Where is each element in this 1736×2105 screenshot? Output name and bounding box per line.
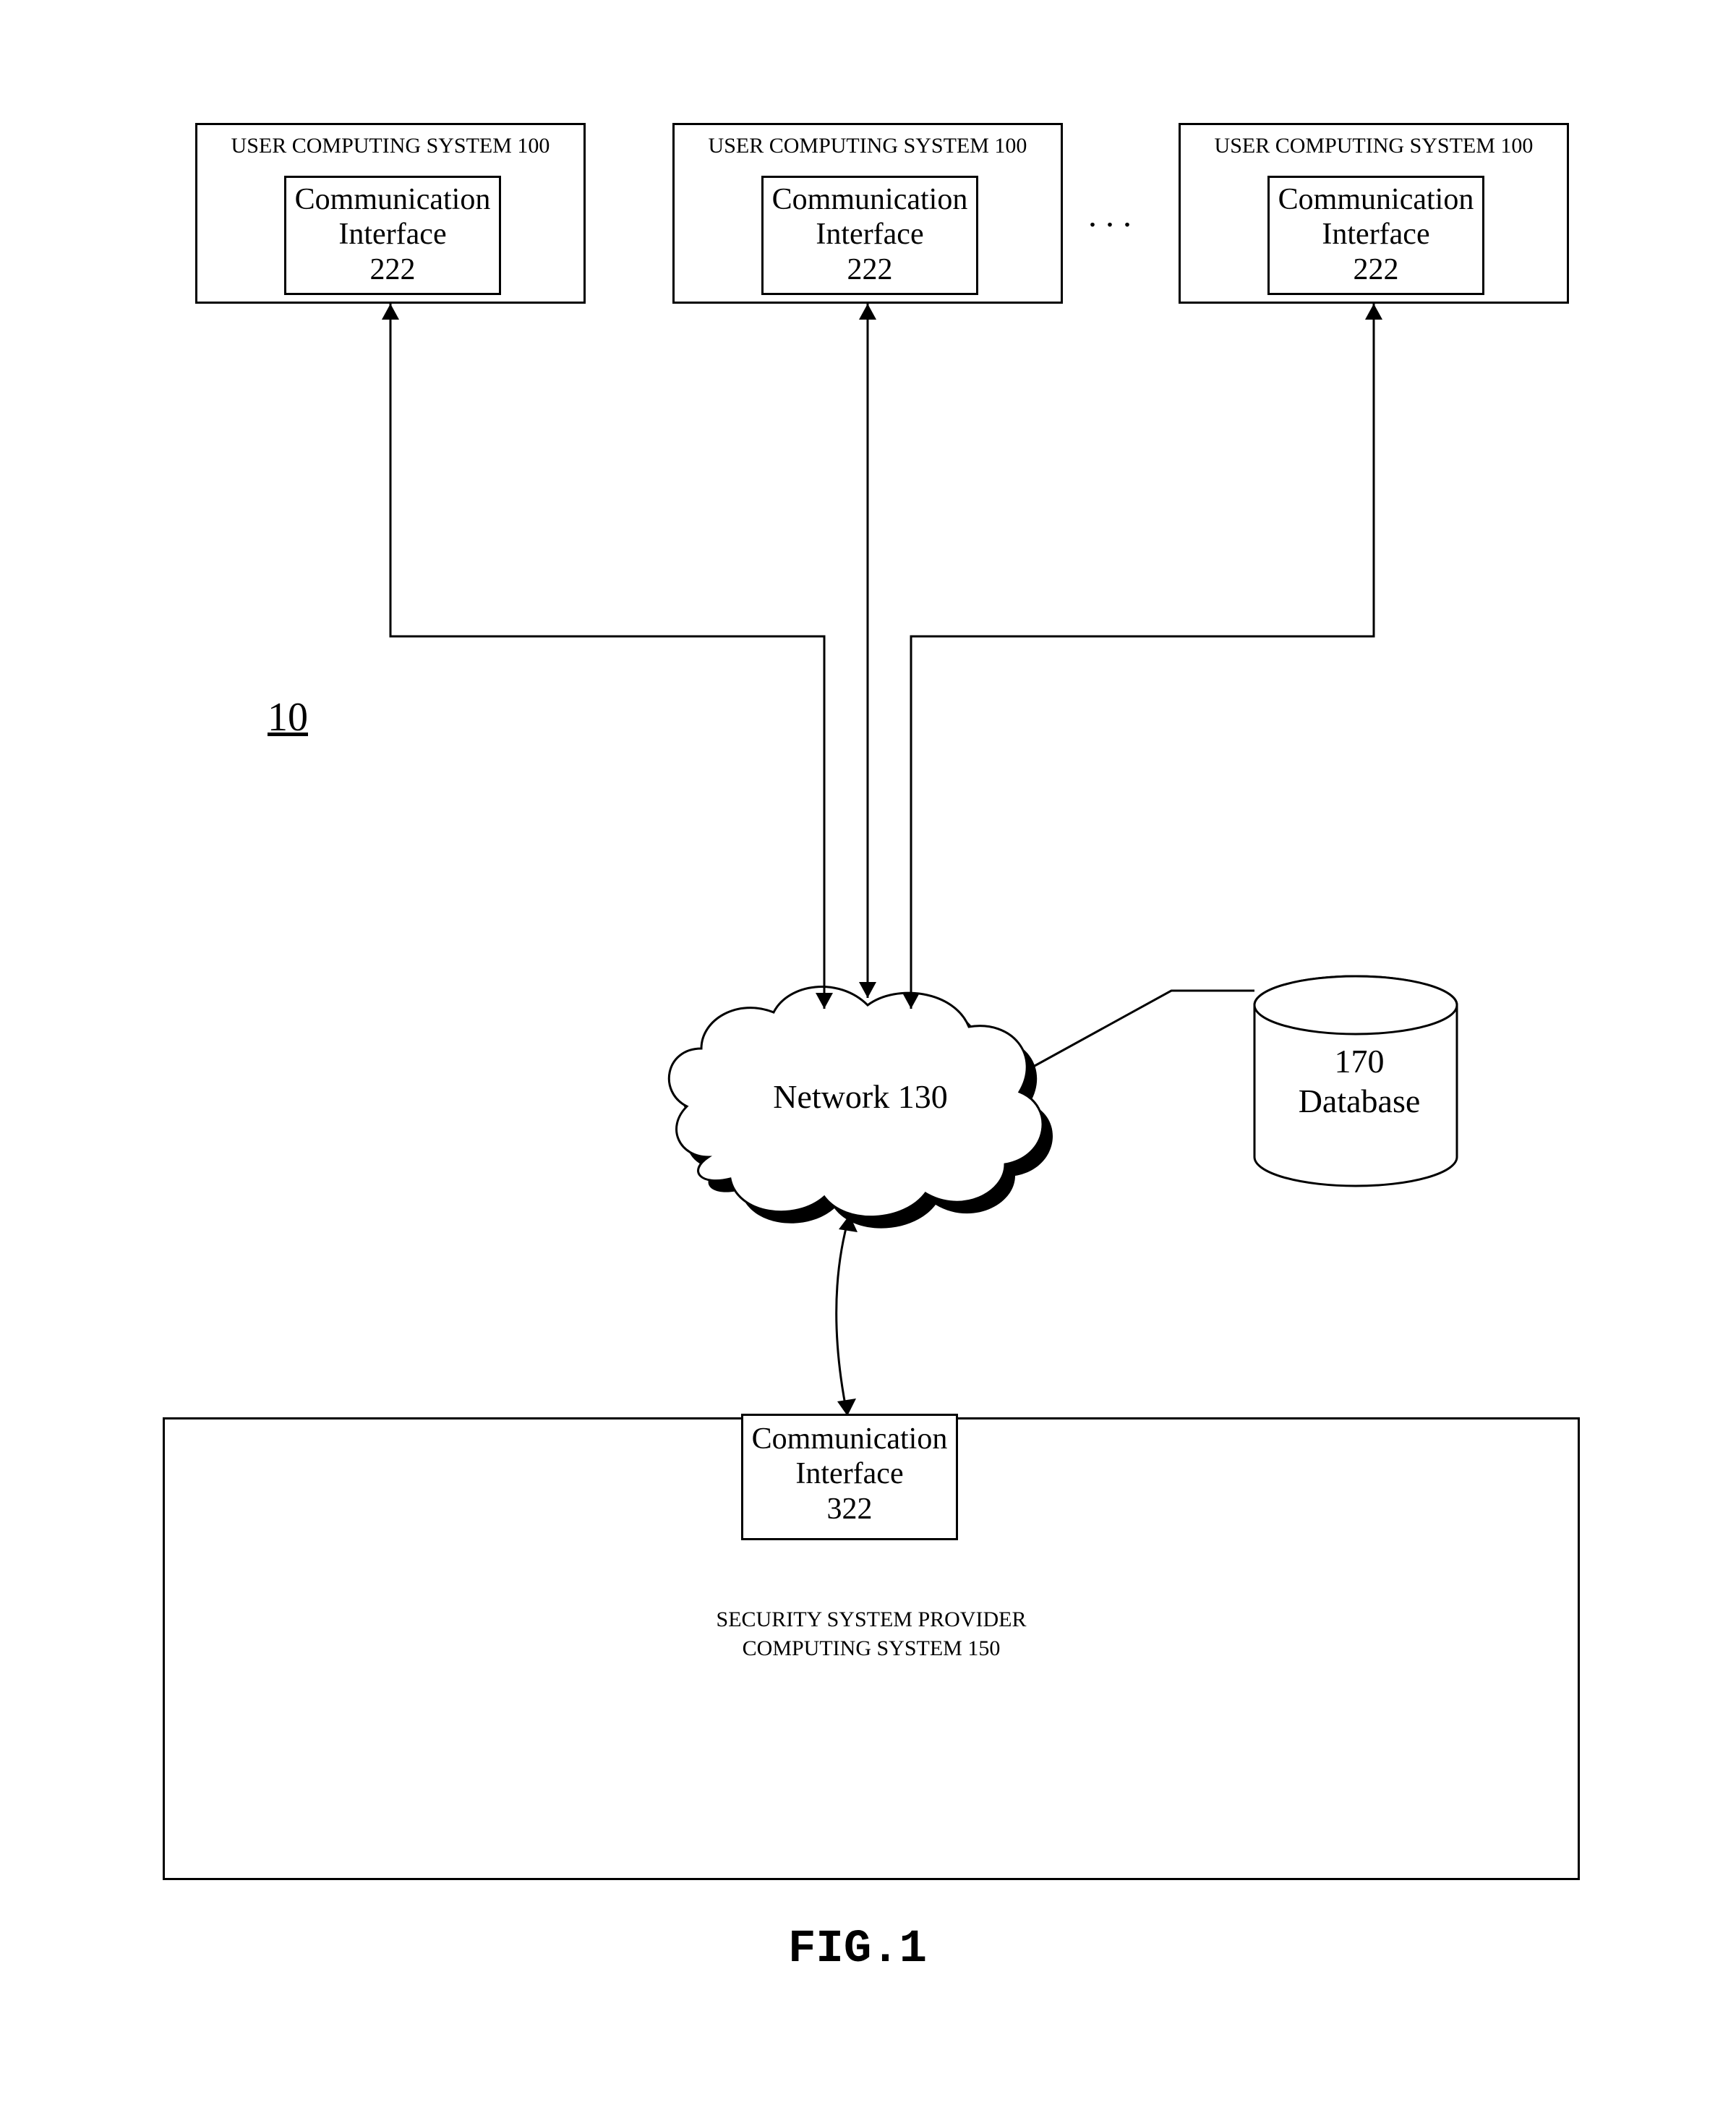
provider-comm-num: 322 — [743, 1492, 956, 1527]
user-system-title-3: USER COMPUTING SYSTEM 100 — [1181, 125, 1567, 158]
connector-user1-network — [382, 304, 833, 1009]
comm-interface-num-3: 222 — [1270, 252, 1482, 287]
provider-comm-line2: Interface — [743, 1456, 956, 1491]
comm-interface-line1-3: Communication — [1270, 178, 1482, 217]
user-system-title-2: USER COMPUTING SYSTEM 100 — [675, 125, 1061, 158]
figure-reference-number: 10 — [268, 694, 308, 740]
ellipsis: . . . — [1088, 195, 1132, 235]
database-labels: 170 Database — [1294, 1041, 1424, 1121]
user-system-title-1: USER COMPUTING SYSTEM 100 — [197, 125, 583, 158]
comm-interface-line1-1: Communication — [286, 178, 499, 217]
comm-interface-box-3: Communication Interface 222 — [1267, 176, 1484, 295]
diagram-stage: USER COMPUTING SYSTEM 100 Communication … — [0, 0, 1736, 2105]
comm-interface-line1-2: Communication — [764, 178, 976, 217]
connector-user2-network — [859, 304, 876, 998]
user-system-box-1: USER COMPUTING SYSTEM 100 Communication … — [195, 123, 586, 304]
connector-network-provider — [837, 1215, 858, 1416]
database-label: Database — [1294, 1081, 1424, 1121]
user-system-box-2: USER COMPUTING SYSTEM 100 Communication … — [672, 123, 1063, 304]
comm-interface-box-2: Communication Interface 222 — [761, 176, 978, 295]
network-label: Network 130 — [766, 1077, 954, 1116]
comm-interface-line2-1: Interface — [286, 217, 499, 252]
provider-title-line1: SECURITY SYSTEM PROVIDER — [165, 1607, 1578, 1632]
comm-interface-num-1: 222 — [286, 252, 499, 287]
figure-caption: FIG.1 — [788, 1923, 927, 1976]
comm-interface-num-2: 222 — [764, 252, 976, 287]
comm-interface-line2-3: Interface — [1270, 217, 1482, 252]
connector-network-database — [1027, 991, 1254, 1070]
comm-interface-line2-2: Interface — [764, 217, 976, 252]
comm-interface-box-1: Communication Interface 222 — [284, 176, 501, 295]
database-number: 170 — [1294, 1041, 1424, 1081]
provider-comm-interface-box: Communication Interface 322 — [741, 1414, 958, 1540]
provider-title-line2: COMPUTING SYSTEM 150 — [165, 1636, 1578, 1661]
user-system-box-3: USER COMPUTING SYSTEM 100 Communication … — [1179, 123, 1569, 304]
connector-user3-network — [902, 304, 1382, 1009]
provider-comm-line1: Communication — [743, 1416, 956, 1456]
